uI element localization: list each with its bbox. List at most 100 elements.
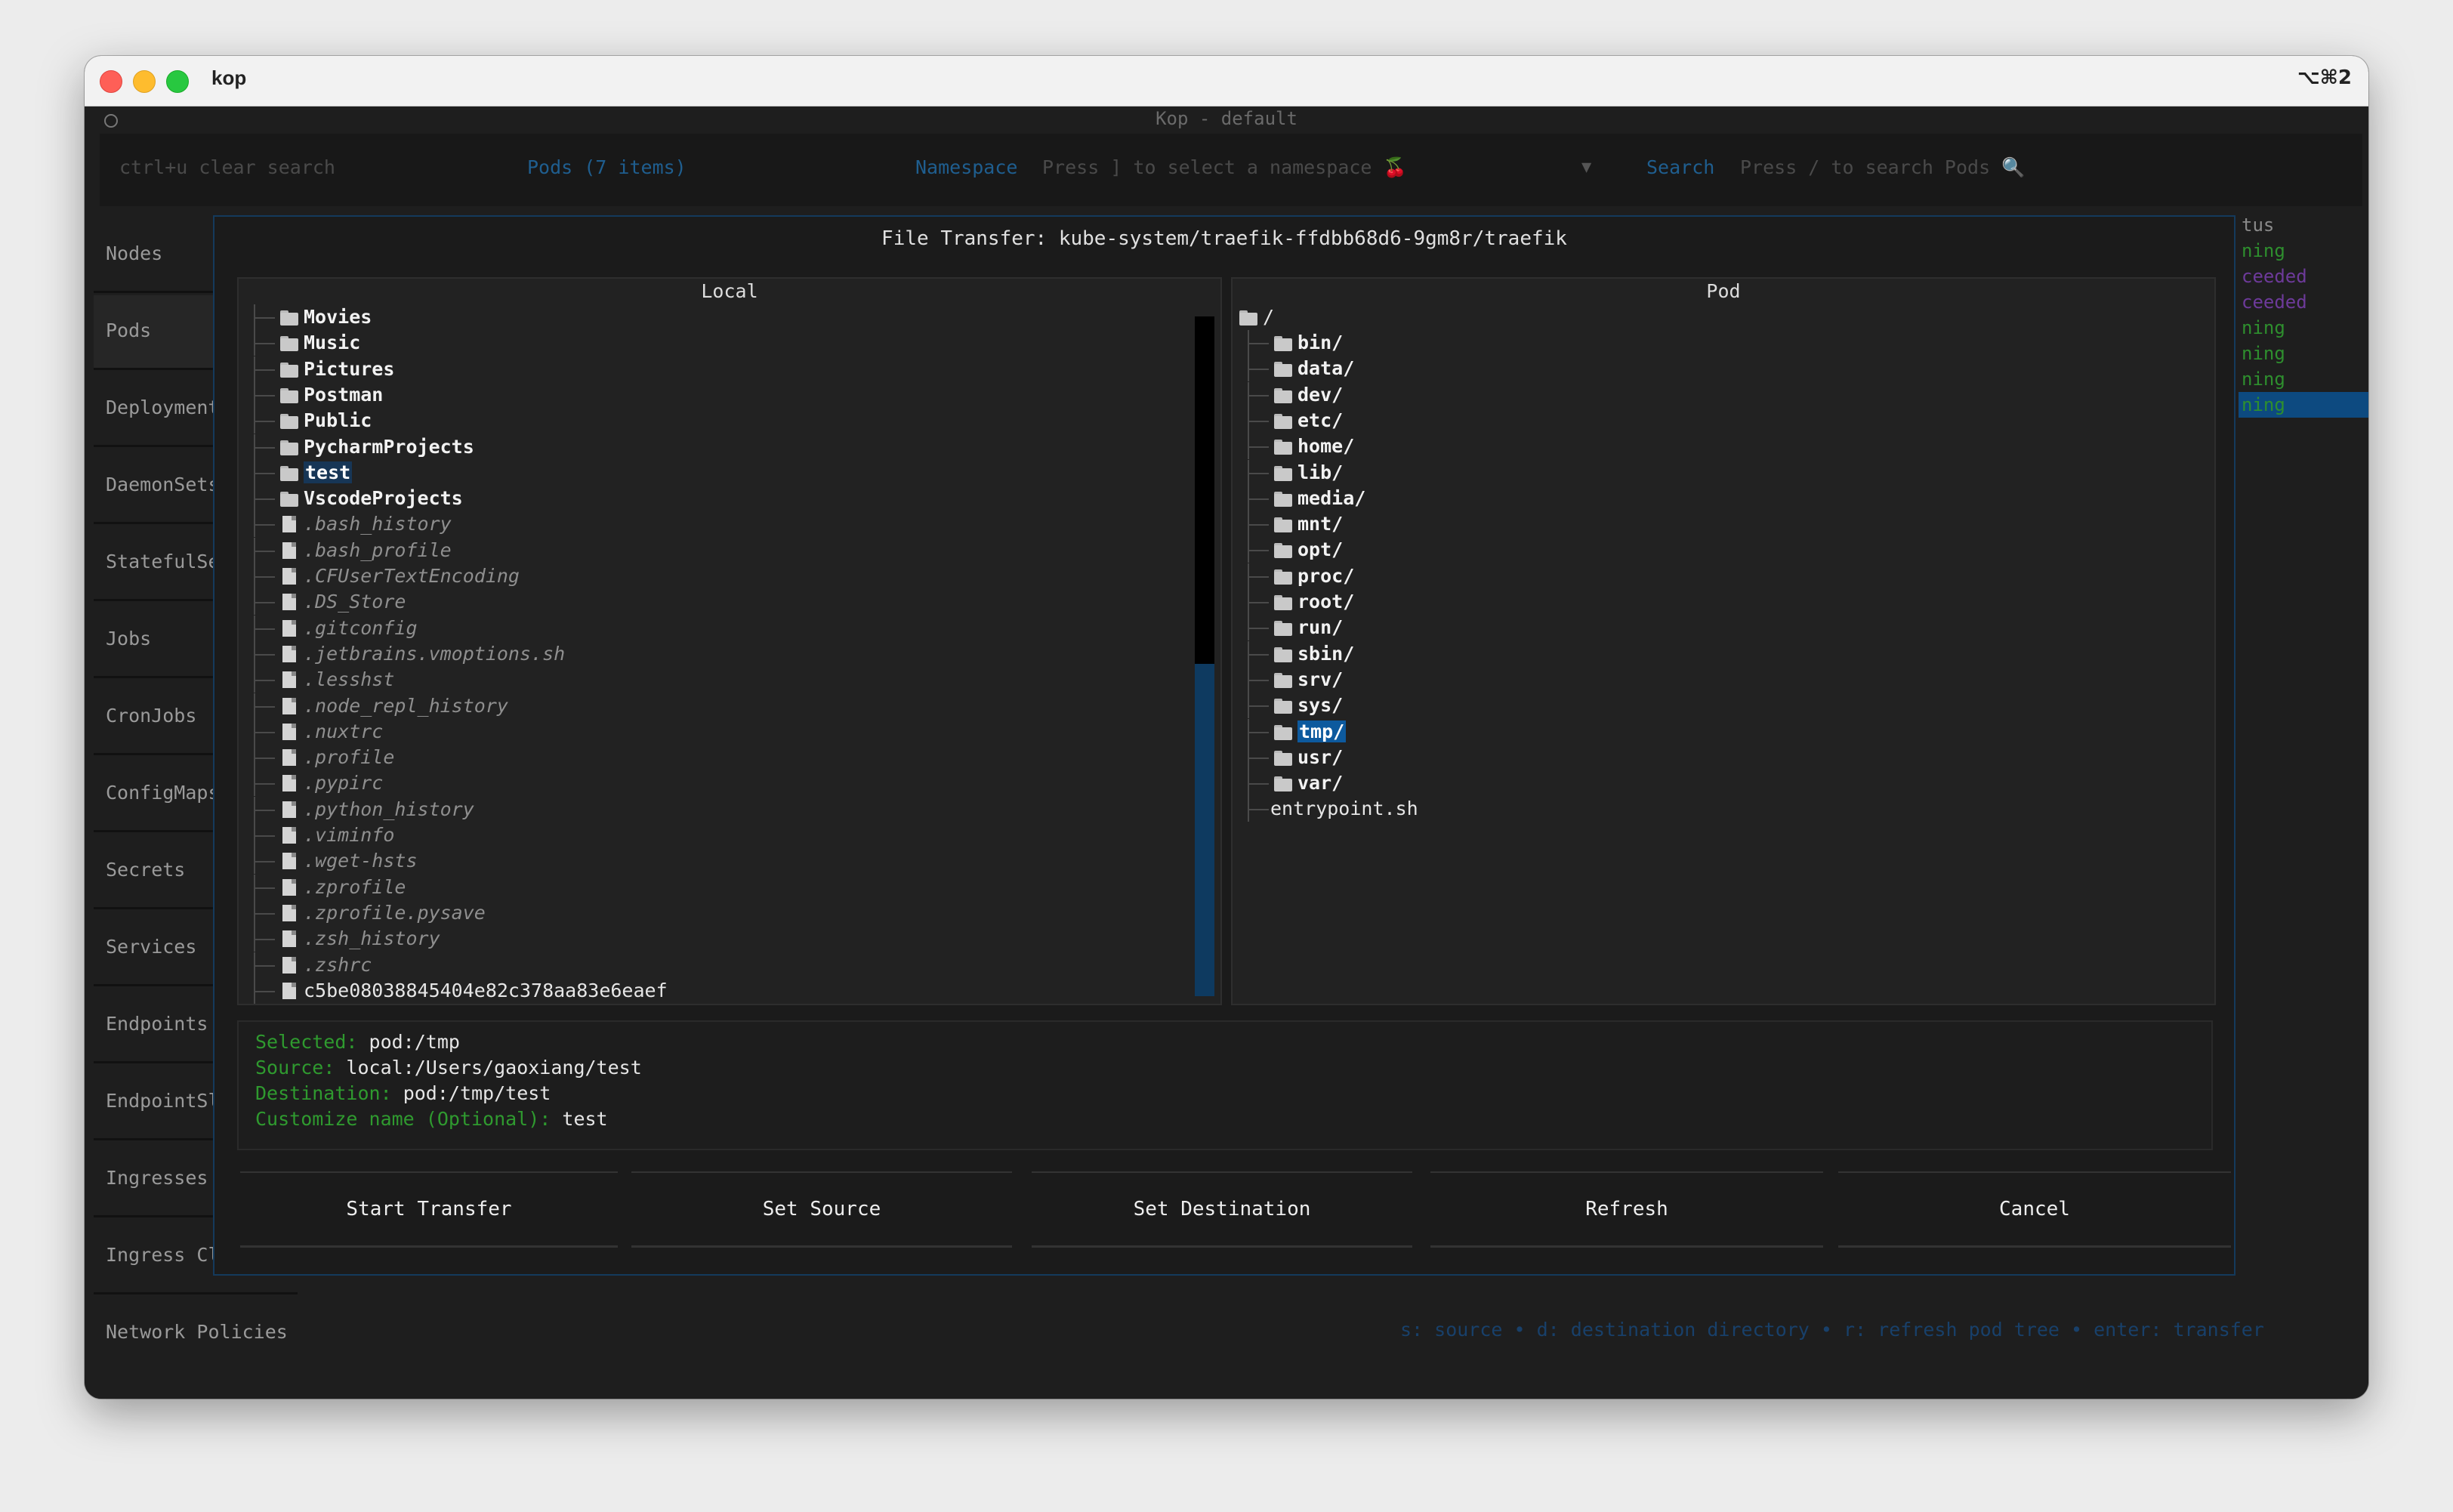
namespace-select[interactable]: Press ] to select a namespace 🍒 xyxy=(1042,156,1407,179)
minimize-window-button[interactable] xyxy=(133,70,156,93)
local-tree-row[interactable]: PycharmProjects xyxy=(245,434,474,460)
pod-tree-row[interactable]: usr/ xyxy=(1239,744,1343,770)
set-destination-button[interactable]: Set Destination xyxy=(1032,1171,1412,1248)
local-tree-row[interactable]: Public xyxy=(245,408,372,434)
scrollbar-thumb[interactable] xyxy=(1195,664,1214,996)
pod-tree-row[interactable]: sbin/ xyxy=(1239,640,1354,667)
status-cell: ning xyxy=(2242,369,2285,390)
local-tree-row[interactable]: VscodeProjects xyxy=(245,486,463,512)
tree-branch xyxy=(1239,511,1270,538)
pod-tree-row[interactable]: opt/ xyxy=(1239,537,1343,563)
local-tree-row[interactable]: Music xyxy=(245,330,360,356)
folder-icon xyxy=(276,304,304,330)
local-tree-label: .node_repl_history xyxy=(304,694,508,717)
local-tree-row[interactable]: .wget-hsts xyxy=(245,848,418,875)
status-cell-selected[interactable]: ning xyxy=(2239,392,2368,418)
local-tree-row[interactable]: Postman xyxy=(245,381,384,408)
start-transfer-button[interactable]: Start Transfer xyxy=(240,1171,618,1248)
local-tree-label: .zshrc xyxy=(304,953,372,976)
tree-branch xyxy=(1239,640,1270,667)
pod-tree-label: lib/ xyxy=(1297,461,1344,483)
sidebar-item-network-policies[interactable]: Network Policies xyxy=(94,1297,517,1369)
pod-tree-row[interactable]: media/ xyxy=(1239,485,1365,511)
local-tree-row[interactable]: .bash_history xyxy=(245,511,452,538)
sidebar-item-label: Network Policies xyxy=(106,1321,288,1343)
chevron-down-icon[interactable]: ▼ xyxy=(1581,158,1591,177)
pod-tree-row[interactable]: entrypoint.sh xyxy=(1239,796,1418,822)
local-tree-row[interactable]: .zshrc xyxy=(245,952,372,978)
local-scrollbar[interactable] xyxy=(1195,316,1214,996)
tree-branch xyxy=(245,899,276,926)
local-tree-row[interactable]: .jetbrains.vmoptions.sh xyxy=(245,640,565,667)
local-tree-row[interactable]: .DS_Store xyxy=(245,589,406,616)
pod-tree-label: mnt/ xyxy=(1297,513,1344,535)
pod-tree-label: home/ xyxy=(1297,435,1355,458)
pod-tree-row[interactable]: sys/ xyxy=(1239,693,1343,719)
namespace-label: Namespace xyxy=(915,156,1018,178)
local-tree-row[interactable]: Pictures xyxy=(245,356,394,382)
folder-icon xyxy=(276,460,304,486)
local-tree-row[interactable]: .node_repl_history xyxy=(245,693,508,719)
folder-icon xyxy=(276,434,304,460)
status-cell: ceeded xyxy=(2242,292,2307,313)
pod-tree-row[interactable]: bin/ xyxy=(1239,330,1343,356)
pod-tree-row[interactable]: etc/ xyxy=(1239,407,1343,434)
cancel-button[interactable]: Cancel xyxy=(1838,1171,2231,1248)
local-tree-row[interactable]: .zsh_history xyxy=(245,926,440,952)
pod-root-row[interactable]: / xyxy=(1236,304,1274,330)
search-input[interactable]: Press / to search Pods 🔍 xyxy=(1740,156,2025,179)
pod-tree-label: root/ xyxy=(1297,591,1355,613)
file-icon xyxy=(276,745,304,770)
local-tree-row[interactable]: test xyxy=(245,459,353,486)
local-tree-label: Movies xyxy=(304,306,372,328)
pod-tree-row[interactable]: home/ xyxy=(1239,434,1355,460)
zoom-window-button[interactable] xyxy=(166,70,189,93)
status-header: tus xyxy=(2242,214,2275,236)
tree-branch xyxy=(1239,718,1270,745)
file-icon xyxy=(276,822,304,848)
local-tree-row[interactable]: .zprofile xyxy=(245,874,406,900)
pod-tree-row[interactable]: root/ xyxy=(1239,589,1354,615)
local-tree-row[interactable]: .pypirc xyxy=(245,770,383,797)
tree-branch xyxy=(1239,770,1270,797)
pod-tree-row[interactable]: lib/ xyxy=(1239,459,1344,486)
sidebar-item-label: Ingress Cl xyxy=(106,1244,220,1266)
pod-tree-row[interactable]: var/ xyxy=(1239,770,1343,797)
local-tree-row[interactable]: .viminfo xyxy=(245,822,394,848)
pods-tab[interactable]: Pods (7 items) xyxy=(527,156,687,178)
pod-tree-row[interactable]: run/ xyxy=(1239,615,1344,641)
selected-value: pod:/tmp xyxy=(369,1031,460,1053)
folder-icon xyxy=(1270,460,1297,486)
local-tree-row[interactable]: .profile xyxy=(245,745,394,771)
local-tree-row[interactable]: .zprofile.pysave xyxy=(245,899,486,926)
local-tree-row[interactable]: .CFUserTextEncoding xyxy=(245,563,520,589)
local-tree-row[interactable]: .nuxtrc xyxy=(245,718,383,745)
sidebar-item-label: StatefulSe xyxy=(106,551,220,572)
tree-branch xyxy=(245,563,276,589)
pod-tree-row[interactable]: tmp/ xyxy=(1239,718,1347,745)
pod-tree-row[interactable]: srv/ xyxy=(1239,666,1343,693)
local-tree-label: Postman xyxy=(304,383,384,406)
set-source-button[interactable]: Set Source xyxy=(631,1171,1012,1248)
local-tree-row[interactable]: c5be08038845404e82c378aa83e6eaef xyxy=(245,977,668,1004)
local-tree-row[interactable]: .gitconfig xyxy=(245,615,418,641)
pod-tree-row[interactable]: proc/ xyxy=(1239,563,1354,589)
status-cell: ceeded xyxy=(2242,266,2307,287)
folder-icon xyxy=(276,330,304,356)
pod-tree-row[interactable]: dev/ xyxy=(1239,381,1343,408)
local-tree-row[interactable]: Movies xyxy=(245,304,372,330)
local-tree-label: .viminfo xyxy=(304,824,395,846)
local-tree-row[interactable]: .python_history xyxy=(245,796,474,822)
close-window-button[interactable] xyxy=(100,70,122,93)
pod-tree-label: run/ xyxy=(1297,616,1344,639)
local-tree-label: .lesshst xyxy=(304,668,395,691)
local-tree-row[interactable]: .bash_profile xyxy=(245,537,452,563)
refresh-button[interactable]: Refresh xyxy=(1430,1171,1823,1248)
local-tree-row[interactable]: .lesshst xyxy=(245,667,394,693)
custom-name-input[interactable]: test xyxy=(562,1108,607,1130)
pod-tree-row[interactable]: data/ xyxy=(1239,356,1354,382)
file-icon xyxy=(276,616,304,641)
window-title: kop xyxy=(211,66,247,89)
pod-tree-row[interactable]: mnt/ xyxy=(1239,511,1344,538)
local-tree-label: .gitconfig xyxy=(304,616,418,639)
